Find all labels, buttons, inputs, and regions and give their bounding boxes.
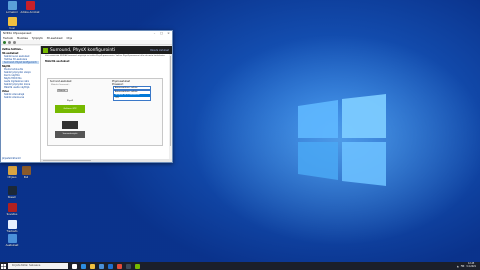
nav-header: Valitse tehtävä...: [2, 48, 24, 51]
desktop-background: LomakoriAdobe AcrobatUusiUusi tekstiOhje…: [0, 0, 480, 262]
network-icon[interactable]: ▲: [457, 265, 459, 268]
nvidia-control-panel-window[interactable]: NVIDIA Ohjauspaneeli – □ × Tiedosto Muok…: [0, 30, 173, 163]
steam-icon: [7, 186, 17, 195]
restore-defaults-link[interactable]: Palauta oletukset: [150, 49, 169, 52]
taskbar-search-input[interactable]: Kirjoita tähän hakusana: [8, 263, 68, 269]
toolbar: [1, 40, 172, 45]
maximize-button[interactable]: □: [158, 31, 165, 36]
settings-panel: Surround-asetukset Määritä Surround... M…: [47, 78, 163, 146]
task-navigation-pane: Valitse tehtävä... 3D-asetukset Säädä kuv…: [1, 46, 41, 162]
gpu-box: GeForce GTX: [55, 105, 85, 113]
game-icon: [21, 166, 31, 175]
desktop-shortcut[interactable]: Sovellus: [2, 203, 22, 216]
desktop-shortcut-label: Asetukset: [5, 244, 19, 247]
desktop-shortcut[interactable]: Steam: [2, 186, 22, 199]
menu-3d-settings[interactable]: 3D-asetukset: [47, 37, 63, 40]
page-title: Surround, PhysX konfigurointi: [50, 47, 116, 53]
monitor-icon: [62, 121, 78, 129]
mail-icon[interactable]: [108, 263, 113, 269]
desktop-shortcut-label: Adobe Acrobat: [20, 11, 40, 14]
surround-checkbox[interactable]: Määritä Surround...: [51, 84, 70, 86]
desktop-shortcut[interactable]: Asetukset: [2, 234, 22, 247]
taskbar: Kirjoita tähän hakusana ▲ FIN 12.45 3.4.…: [0, 262, 480, 270]
desktop-shortcut-label: Peli: [23, 176, 29, 179]
menu-help[interactable]: Ohje: [67, 37, 73, 40]
nav-item[interactable]: Säädä videokuvaa: [2, 96, 39, 99]
menu-file[interactable]: Tiedosto: [3, 37, 13, 40]
back-icon[interactable]: [3, 40, 6, 44]
desktop-shortcut[interactable]: Adobe Acrobat: [20, 1, 40, 14]
folder-icon: [7, 17, 17, 26]
window-title: NVIDIA Ohjauspaneeli: [3, 32, 32, 35]
home-icon[interactable]: [13, 40, 16, 44]
steam-taskbar-icon[interactable]: [126, 263, 131, 269]
explorer-icon[interactable]: [90, 263, 95, 269]
start-button[interactable]: [0, 262, 7, 270]
menu-desktop[interactable]: Työpöytä: [32, 37, 43, 40]
topology-diagram: PhysX GeForce GTX Surround-näyttö: [55, 99, 85, 141]
page-banner: Surround, PhysX konfigurointi Palauta ol…: [41, 46, 172, 54]
nav-item[interactable]: Määritä useita näyttöjä: [2, 86, 39, 89]
physx-dropdown-list[interactable]: Automaattinen valinta GeForce GTX (suosit…: [113, 90, 151, 101]
clock-date: 3.4.2021: [466, 265, 476, 268]
monitor-label: Surround-näyttö: [55, 131, 85, 138]
recycle-bin-icon: [7, 1, 17, 10]
nvidia-taskbar-icon[interactable]: [135, 263, 140, 269]
windows-start-icon: [1, 263, 6, 269]
dropdown-option[interactable]: CPU: [114, 97, 150, 100]
desktop-shortcut[interactable]: Uusi: [2, 17, 22, 30]
desktop-shortcut[interactable]: Peli: [16, 166, 36, 179]
close-button[interactable]: ×: [165, 31, 172, 36]
horizontal-scrollbar[interactable]: [41, 159, 172, 162]
language-indicator[interactable]: FIN: [461, 265, 465, 268]
content-pane: Surround, PhysX konfigurointi Palauta ol…: [41, 46, 172, 162]
desktop-shortcut-label: Lomakori: [6, 11, 18, 14]
task-view-icon[interactable]: [72, 263, 77, 269]
vertical-scrollbar[interactable]: [169, 54, 172, 159]
system-tray: ▲ FIN 12.45 3.4.2021: [457, 262, 480, 269]
nav-item[interactable]: Surround, PhysX konfigurointi: [2, 61, 39, 64]
forward-icon[interactable]: [8, 40, 11, 44]
settings-shortcut-icon: [7, 234, 17, 243]
desktop-shortcut-label: Sovellus: [6, 213, 18, 216]
nvidia-logo-icon: [43, 47, 48, 53]
configure-button[interactable]: Määritä...: [57, 89, 68, 92]
acrobat-icon: [25, 1, 35, 10]
file-icon: [7, 220, 17, 229]
desktop-shortcut-label: Tiedosto: [6, 230, 18, 233]
app-icon: [7, 203, 17, 212]
menu-edit[interactable]: Muokkaa: [17, 37, 28, 40]
desktop-shortcut-label: Steam: [7, 196, 17, 199]
minimize-button[interactable]: –: [151, 31, 158, 36]
surround-label: Surround-asetukset: [50, 80, 72, 83]
windows-logo: [298, 94, 386, 186]
clock[interactable]: 12.45 3.4.2021: [466, 262, 476, 269]
desktop-shortcut[interactable]: Lomakori: [2, 1, 22, 14]
section-title: Määritä asetukset: [45, 59, 70, 63]
store-icon[interactable]: [99, 263, 104, 269]
chrome-icon[interactable]: [117, 263, 122, 269]
system-info-link[interactable]: Järjestelmätiedot: [2, 157, 21, 160]
gpu-caption: PhysX: [66, 100, 74, 102]
desktop-shortcut[interactable]: Tiedosto: [2, 220, 22, 233]
edge-icon[interactable]: [81, 263, 86, 269]
